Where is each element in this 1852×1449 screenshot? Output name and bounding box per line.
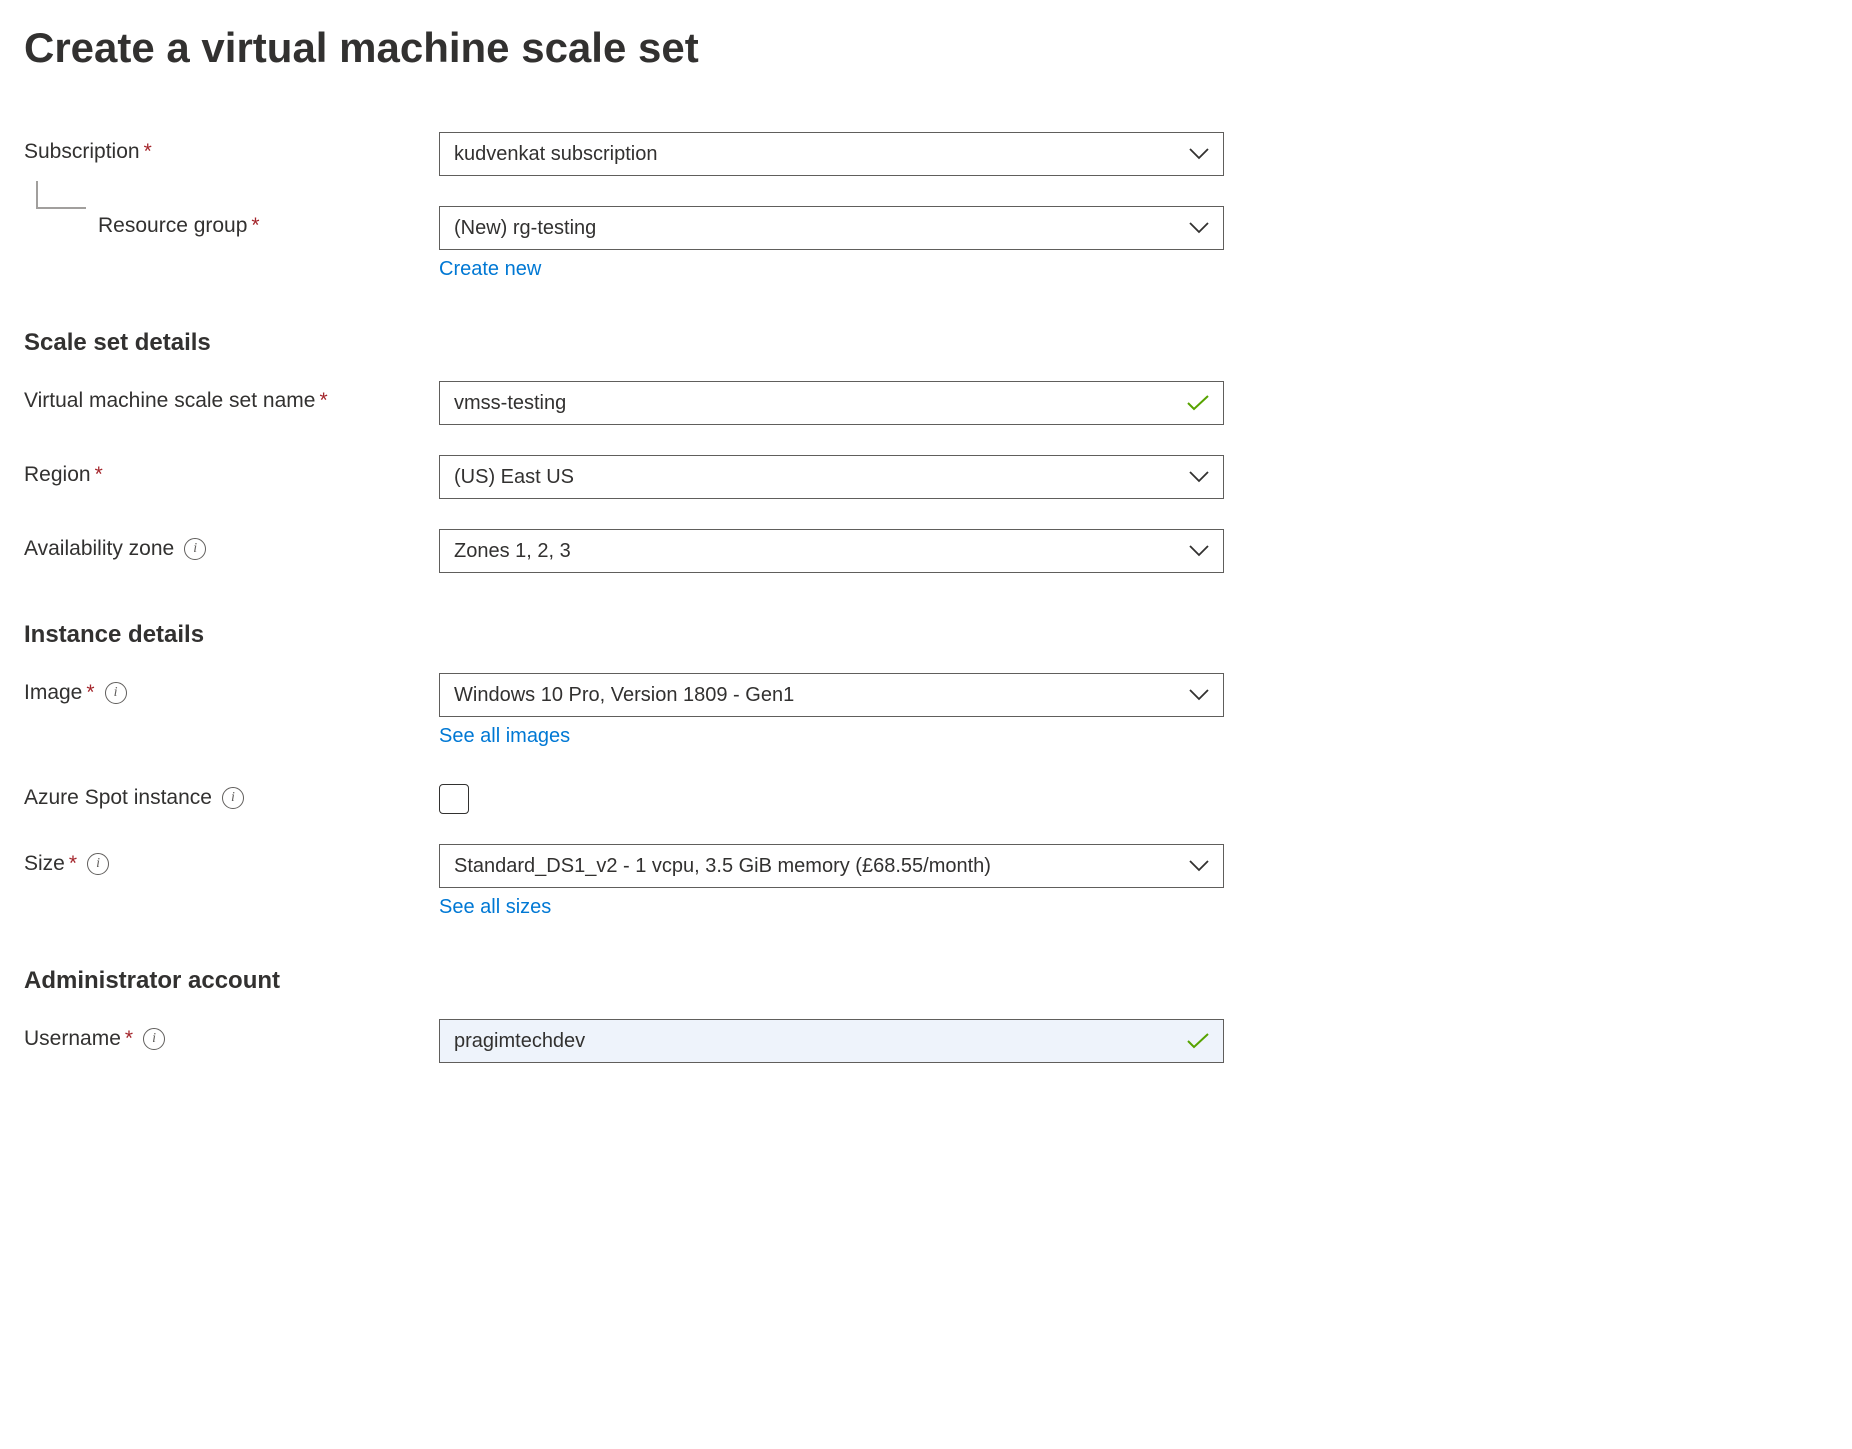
info-icon[interactable]: i xyxy=(87,853,109,875)
username-label: Username xyxy=(24,1027,121,1051)
resource-group-dropdown[interactable]: (New) rg-testing xyxy=(439,206,1224,250)
vmss-name-label: Virtual machine scale set name xyxy=(24,389,315,413)
required-indicator: * xyxy=(95,463,103,487)
size-dropdown[interactable]: Standard_DS1_v2 - 1 vcpu, 3.5 GiB memory… xyxy=(439,844,1224,888)
subscription-value: kudvenkat subscription xyxy=(454,143,657,166)
image-label: Image xyxy=(24,681,82,705)
image-value: Windows 10 Pro, Version 1809 - Gen1 xyxy=(454,684,794,707)
required-indicator: * xyxy=(144,140,152,164)
region-label: Region xyxy=(24,463,91,487)
admin-account-heading: Administrator account xyxy=(24,967,1828,995)
region-value: (US) East US xyxy=(454,466,574,489)
region-dropdown[interactable]: (US) East US xyxy=(439,455,1224,499)
availability-zone-label: Availability zone xyxy=(24,537,174,561)
info-icon[interactable]: i xyxy=(222,787,244,809)
instance-details-heading: Instance details xyxy=(24,621,1828,649)
subscription-dropdown[interactable]: kudvenkat subscription xyxy=(439,132,1224,176)
check-icon xyxy=(1187,1033,1209,1049)
required-indicator: * xyxy=(319,389,327,413)
availability-zone-dropdown[interactable]: Zones 1, 2, 3 xyxy=(439,529,1224,573)
required-indicator: * xyxy=(69,852,77,876)
resource-group-value: (New) rg-testing xyxy=(454,217,596,240)
chevron-down-icon xyxy=(1189,471,1209,483)
size-label: Size xyxy=(24,852,65,876)
scale-set-details-heading: Scale set details xyxy=(24,329,1828,357)
required-indicator: * xyxy=(251,214,259,238)
size-value: Standard_DS1_v2 - 1 vcpu, 3.5 GiB memory… xyxy=(454,855,991,878)
see-all-images-link[interactable]: See all images xyxy=(439,725,570,748)
info-icon[interactable]: i xyxy=(143,1028,165,1050)
resource-group-label: Resource group xyxy=(98,214,247,238)
required-indicator: * xyxy=(125,1027,133,1051)
chevron-down-icon xyxy=(1189,860,1209,872)
see-all-sizes-link[interactable]: See all sizes xyxy=(439,896,551,919)
vmss-name-input[interactable]: vmss-testing xyxy=(439,381,1224,425)
vmss-name-value: vmss-testing xyxy=(454,392,566,415)
chevron-down-icon xyxy=(1189,222,1209,234)
create-new-link[interactable]: Create new xyxy=(439,258,541,281)
chevron-down-icon xyxy=(1189,148,1209,160)
image-dropdown[interactable]: Windows 10 Pro, Version 1809 - Gen1 xyxy=(439,673,1224,717)
availability-zone-value: Zones 1, 2, 3 xyxy=(454,540,571,563)
spot-instance-label: Azure Spot instance xyxy=(24,786,212,810)
chevron-down-icon xyxy=(1189,545,1209,557)
username-input[interactable]: pragimtechdev xyxy=(439,1019,1224,1063)
page-title: Create a virtual machine scale set xyxy=(24,24,1828,72)
required-indicator: * xyxy=(86,681,94,705)
info-icon[interactable]: i xyxy=(105,682,127,704)
tree-indent-line xyxy=(36,181,86,209)
username-value: pragimtechdev xyxy=(454,1030,585,1053)
subscription-label: Subscription xyxy=(24,140,140,164)
spot-instance-checkbox[interactable] xyxy=(439,784,469,814)
check-icon xyxy=(1187,395,1209,411)
chevron-down-icon xyxy=(1189,689,1209,701)
info-icon[interactable]: i xyxy=(184,538,206,560)
